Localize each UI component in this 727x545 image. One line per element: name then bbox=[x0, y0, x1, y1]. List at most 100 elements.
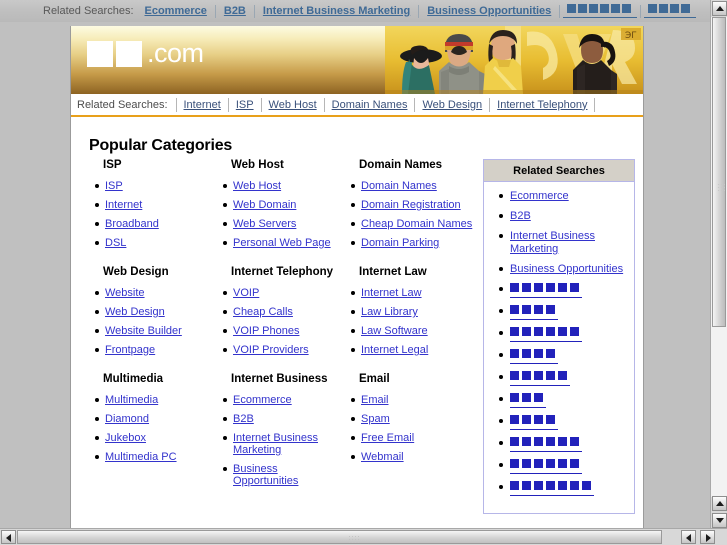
sidebar-link-unrendered-6[interactable] bbox=[510, 393, 546, 408]
sidebar-link-unrendered-7[interactable] bbox=[510, 415, 558, 430]
nav-link-internet-telephony[interactable]: Internet Telephony bbox=[490, 99, 594, 111]
list-item: Cheap Calls bbox=[223, 306, 345, 318]
category-link[interactable]: Frontpage bbox=[105, 344, 155, 356]
scroll-down-button[interactable] bbox=[712, 513, 727, 528]
category-link[interactable]: Website Builder bbox=[105, 325, 182, 337]
category-heading: Email bbox=[359, 373, 390, 385]
list-item: Diamond bbox=[95, 413, 217, 425]
nav-link-web-design[interactable]: Web Design bbox=[415, 99, 489, 111]
top-link-internet-business-marketing[interactable]: Internet Business Marketing bbox=[258, 5, 415, 17]
sidebar-link-unrendered-8[interactable] bbox=[510, 437, 582, 452]
sidebar-link-unrendered-3[interactable] bbox=[510, 327, 582, 342]
sidebar-link-ecommerce[interactable]: Ecommerce bbox=[510, 190, 569, 202]
category-link[interactable]: Business Opportunities bbox=[233, 463, 298, 487]
category-link[interactable]: Diamond bbox=[105, 413, 149, 425]
nav-link-isp[interactable]: ISP bbox=[229, 99, 261, 111]
site-logo[interactable]: .com bbox=[87, 40, 204, 67]
separator bbox=[418, 4, 420, 18]
scroll-up-button[interactable] bbox=[712, 1, 727, 16]
top-related-searches-label: Related Searches: bbox=[43, 5, 134, 17]
category-link[interactable]: Web Servers bbox=[233, 218, 296, 230]
scrollbar-grip-icon bbox=[348, 535, 360, 543]
nav-link-web-host[interactable]: Web Host bbox=[262, 99, 324, 111]
category-link[interactable]: ISP bbox=[105, 180, 123, 192]
category-link[interactable]: Domain Names bbox=[361, 180, 437, 192]
nav-link-domain-names[interactable]: Domain Names bbox=[325, 99, 415, 111]
horizontal-scrollbar-thumb[interactable] bbox=[17, 530, 662, 544]
sidebar-link-unrendered-4[interactable] bbox=[510, 349, 558, 364]
top-link-unrendered-1[interactable] bbox=[563, 4, 638, 18]
list-item: Business Opportunities bbox=[223, 463, 345, 487]
category-link[interactable]: B2B bbox=[233, 413, 254, 425]
horizontal-scrollbar[interactable] bbox=[0, 528, 727, 545]
top-link-ecommerce[interactable]: Ecommerce bbox=[140, 5, 212, 17]
list-item bbox=[499, 371, 628, 386]
scroll-left-button[interactable] bbox=[1, 530, 16, 544]
vertical-scrollbar-thumb[interactable] bbox=[712, 17, 726, 327]
category-link[interactable]: Jukebox bbox=[105, 432, 146, 444]
sidebar-link-internet-business-marketing[interactable]: Internet Business Marketing bbox=[510, 230, 595, 255]
category-link[interactable]: Law Library bbox=[361, 306, 418, 318]
category-link[interactable]: Cheap Domain Names bbox=[361, 218, 472, 230]
sidebar-link-unrendered-2[interactable] bbox=[510, 305, 558, 320]
nav-related-searches-label: Related Searches: bbox=[77, 98, 168, 111]
list-item: Ecommerce bbox=[499, 190, 628, 203]
category-link[interactable]: Domain Registration bbox=[361, 199, 461, 211]
category-link[interactable]: Website bbox=[105, 287, 145, 299]
list-item bbox=[499, 437, 628, 452]
category-link-list: ISP Internet Broadband DSL bbox=[89, 180, 217, 249]
category-link[interactable]: Free Email bbox=[361, 432, 414, 444]
separator bbox=[594, 97, 596, 112]
list-item: Law Software bbox=[351, 325, 473, 337]
category-link[interactable]: Cheap Calls bbox=[233, 306, 293, 318]
category-heading: Multimedia bbox=[103, 373, 164, 385]
list-item: Internet Legal bbox=[351, 344, 473, 356]
top-link-business-opportunities[interactable]: Business Opportunities bbox=[422, 5, 556, 17]
sidebar-link-unrendered-1[interactable] bbox=[510, 283, 582, 298]
list-item: Internet Law bbox=[351, 287, 473, 299]
scroll-up-button-secondary[interactable] bbox=[712, 496, 727, 511]
category-link[interactable]: Domain Parking bbox=[361, 237, 439, 249]
category-link[interactable]: Web Host bbox=[233, 180, 281, 192]
category-link[interactable]: VOIP bbox=[233, 287, 259, 299]
category-link[interactable]: Internet bbox=[105, 199, 142, 211]
category-link[interactable]: Law Software bbox=[361, 325, 428, 337]
category-link[interactable]: Multimedia PC bbox=[105, 451, 177, 463]
scrollbar-grip-icon bbox=[717, 183, 725, 193]
category-link[interactable]: Personal Web Page bbox=[233, 237, 331, 249]
category-row: ISP ISP Internet Broadband DSL Web Host … bbox=[89, 159, 474, 256]
category-link[interactable]: Ecommerce bbox=[233, 394, 292, 406]
category-link[interactable]: Webmail bbox=[361, 451, 404, 463]
category-link[interactable]: Broadband bbox=[105, 218, 159, 230]
category-link[interactable]: Web Design bbox=[105, 306, 165, 318]
category-link[interactable]: Email bbox=[361, 394, 389, 406]
top-link-unrendered-2[interactable] bbox=[644, 4, 697, 18]
top-link-b2b[interactable]: B2B bbox=[219, 5, 251, 17]
sidebar-link-unrendered-9[interactable] bbox=[510, 459, 582, 474]
category-link[interactable]: Internet Business Marketing bbox=[233, 432, 318, 456]
banner-photo: ЭГ bbox=[385, 26, 643, 94]
sidebar-link-b2b[interactable]: B2B bbox=[510, 210, 531, 222]
sidebar-link-business-opportunities[interactable]: Business Opportunities bbox=[510, 263, 623, 275]
category-link[interactable]: Internet Law bbox=[361, 287, 422, 299]
scroll-right-button[interactable] bbox=[700, 530, 715, 544]
nav-link-internet[interactable]: Internet bbox=[177, 99, 228, 111]
sidebar-link-unrendered-5[interactable] bbox=[510, 371, 570, 386]
scroll-left-button-secondary[interactable] bbox=[681, 530, 696, 544]
separator bbox=[214, 4, 216, 18]
banner-photo-artwork: ЭГ bbox=[385, 26, 643, 94]
list-item bbox=[499, 327, 628, 342]
chevron-up-icon bbox=[716, 6, 724, 11]
category-link[interactable]: VOIP Providers bbox=[233, 344, 309, 356]
category-link[interactable]: Multimedia bbox=[105, 394, 158, 406]
category-link[interactable]: VOIP Phones bbox=[233, 325, 299, 337]
vertical-scrollbar[interactable] bbox=[710, 0, 727, 531]
category-link[interactable]: Spam bbox=[361, 413, 390, 425]
category-link[interactable]: DSL bbox=[105, 237, 126, 249]
logo-block-1 bbox=[87, 40, 113, 67]
list-item: Internet Business Marketing bbox=[223, 432, 345, 456]
category-link[interactable]: Web Domain bbox=[233, 199, 296, 211]
sidebar-link-unrendered-10[interactable] bbox=[510, 481, 594, 496]
category-multimedia: Multimedia Multimedia Diamond Jukebox Mu… bbox=[89, 373, 217, 494]
category-link[interactable]: Internet Legal bbox=[361, 344, 428, 356]
